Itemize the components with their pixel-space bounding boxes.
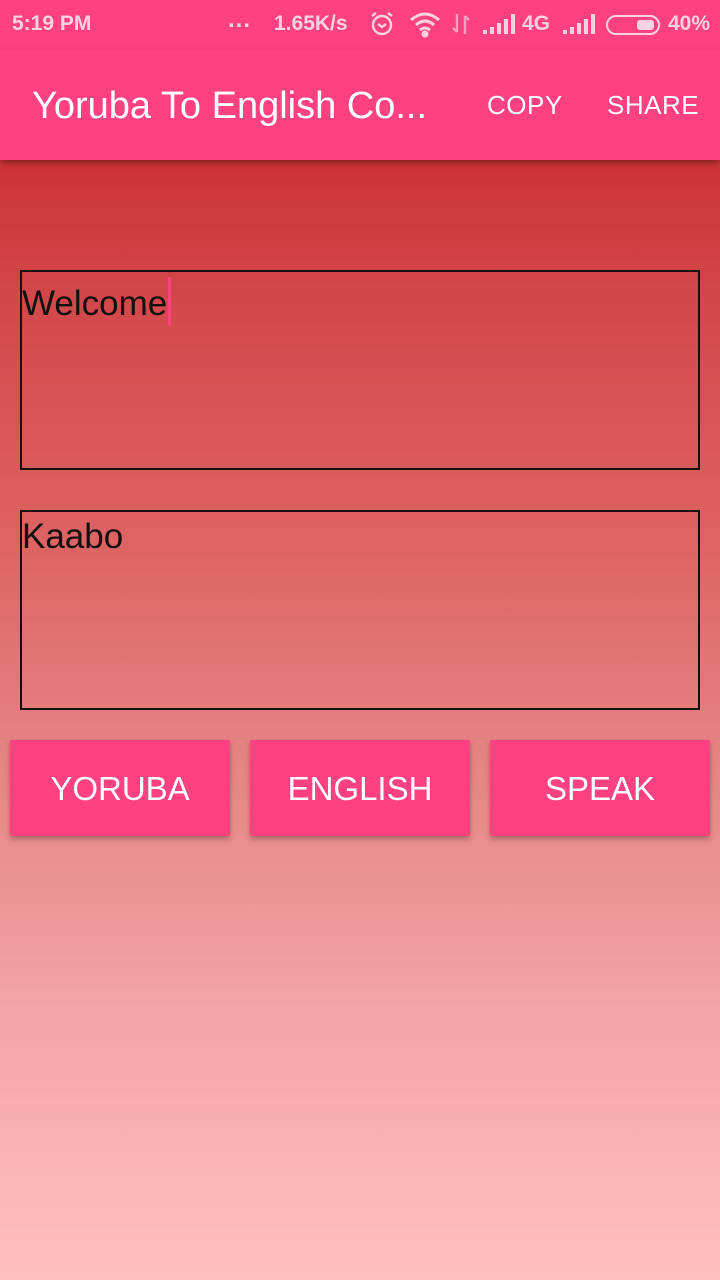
battery-percent: 40% <box>668 12 711 35</box>
network-speed: 1.65K/s <box>274 12 348 35</box>
text-cursor <box>168 277 172 325</box>
data-transfer-icon <box>450 10 472 44</box>
output-text-field[interactable]: Kaabo <box>20 510 700 710</box>
status-time: 5:19 PM <box>12 12 92 35</box>
app-bar: Yoruba To English Co... COPY SHARE <box>0 50 720 160</box>
battery-icon <box>606 15 660 35</box>
alarm-icon <box>368 10 396 44</box>
input-text-field[interactable]: Welcome <box>20 270 700 470</box>
wifi-icon <box>408 10 442 44</box>
input-text-value: Welcome <box>22 284 168 323</box>
status-bar: 5:19 PM ... 1.65K/s 4G 40% <box>0 0 720 50</box>
signal-icon <box>482 10 516 44</box>
yoruba-button[interactable]: YORUBA <box>10 740 230 836</box>
speak-button[interactable]: SPEAK <box>490 740 710 836</box>
output-text-value: Kaabo <box>22 517 124 556</box>
signal-icon-2 <box>562 10 596 44</box>
english-button[interactable]: ENGLISH <box>250 740 470 836</box>
network-type: 4G <box>522 12 551 35</box>
battery-level-fill <box>637 20 654 30</box>
app-title: Yoruba To English Co... <box>32 85 428 127</box>
more-notifications-icon: ... <box>228 6 252 33</box>
share-button[interactable]: SHARE <box>607 90 699 121</box>
copy-button[interactable]: COPY <box>487 90 563 121</box>
